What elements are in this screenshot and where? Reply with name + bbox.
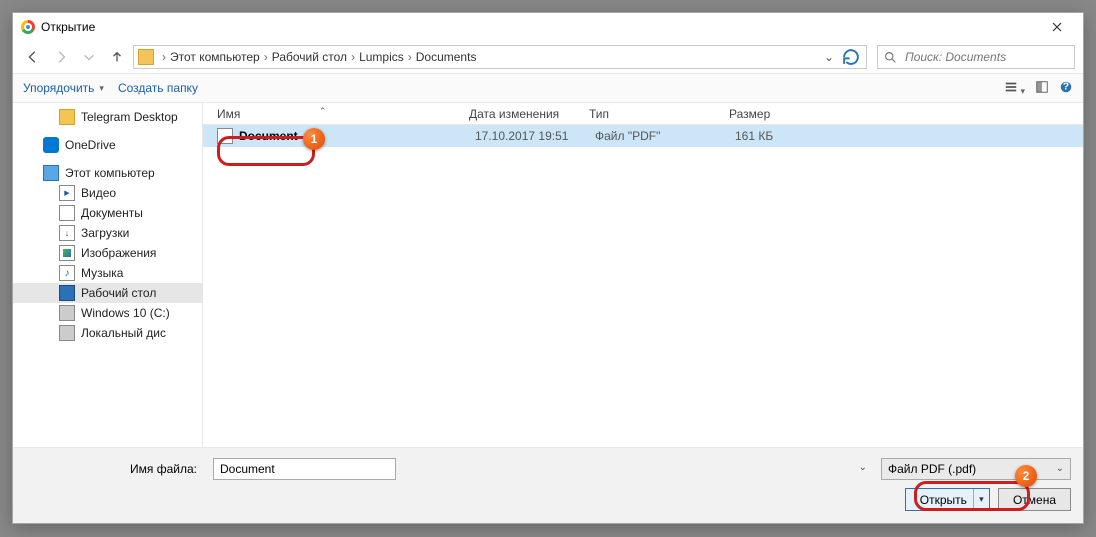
column-name[interactable]: ⌃Имя	[209, 107, 469, 121]
document-icon	[59, 205, 75, 221]
sidebar-item-drive-c[interactable]: Windows 10 (C:)	[13, 303, 202, 323]
file-type: Файл "PDF"	[595, 129, 735, 143]
file-type-filter[interactable]: Файл PDF (.pdf) ⌄	[881, 458, 1071, 480]
breadcrumb: Documents	[416, 46, 477, 68]
file-date: 17.10.2017 19:51	[475, 129, 595, 143]
music-icon	[59, 265, 75, 281]
cancel-button[interactable]: Отмена	[998, 488, 1071, 511]
drive-icon	[59, 305, 75, 321]
search-icon	[884, 51, 897, 64]
recent-dropdown[interactable]	[77, 45, 101, 69]
filename-input[interactable]	[213, 458, 396, 480]
breadcrumb: Рабочий стол›	[272, 46, 359, 68]
sort-indicator-icon: ⌃	[319, 106, 327, 117]
video-icon	[59, 185, 75, 201]
toolbar: Упорядочить Создать папку ?	[13, 73, 1083, 103]
chevron-down-icon: ⌄	[1056, 463, 1064, 474]
nav-row: › Этот компьютер› Рабочий стол› Lumpics›…	[13, 41, 1083, 73]
column-headers: ⌃Имя Дата изменения Тип Размер	[203, 103, 1083, 125]
sidebar-item-desktop[interactable]: Рабочий стол	[13, 283, 202, 303]
refresh-button[interactable]	[840, 46, 862, 68]
preview-pane-button[interactable]	[1035, 80, 1049, 97]
up-button[interactable]	[105, 45, 129, 69]
chrome-icon	[21, 20, 35, 34]
close-icon	[1052, 22, 1062, 32]
sidebar-item-music[interactable]: Музыка	[13, 263, 202, 283]
drive-icon	[59, 325, 75, 341]
sidebar-item-onedrive[interactable]: OneDrive	[13, 135, 202, 155]
annotation-badge: 2	[1015, 465, 1037, 487]
pictures-icon	[59, 245, 75, 261]
filename-label: Имя файла:	[25, 462, 205, 476]
sidebar-item-documents[interactable]: Документы	[13, 203, 202, 223]
folder-icon	[59, 109, 75, 125]
forward-button[interactable]	[49, 45, 73, 69]
breadcrumb: Этот компьютер›	[170, 46, 272, 68]
sidebar-item-this-pc[interactable]: Этот компьютер	[13, 163, 202, 183]
help-button[interactable]: ?	[1059, 80, 1073, 97]
search-input[interactable]	[903, 49, 1068, 65]
downloads-icon	[59, 225, 75, 241]
pdf-file-icon	[217, 128, 233, 144]
file-list: ⌃Имя Дата изменения Тип Размер Document …	[203, 103, 1083, 447]
column-type[interactable]: Тип	[589, 107, 729, 121]
desktop-icon	[59, 285, 75, 301]
sidebar: Telegram Desktop OneDrive Этот компьютер…	[13, 103, 203, 447]
file-row[interactable]: Document 17.10.2017 19:51 Файл "PDF" 161…	[203, 125, 1083, 147]
titlebar: Открытие	[13, 13, 1083, 41]
sidebar-item-telegram[interactable]: Telegram Desktop	[13, 107, 202, 127]
pc-icon	[43, 165, 59, 181]
close-button[interactable]	[1037, 16, 1077, 38]
footer: Имя файла: ⌄ Файл PDF (.pdf) ⌄ Открыть ▾…	[13, 447, 1083, 523]
onedrive-icon	[43, 137, 59, 153]
sidebar-item-downloads[interactable]: Загрузки	[13, 223, 202, 243]
sidebar-item-local-disk[interactable]: Локальный дис	[13, 323, 202, 343]
sidebar-item-videos[interactable]: Видео	[13, 183, 202, 203]
annotation-badge: 1	[303, 128, 325, 150]
chevron-down-icon[interactable]: ⌄	[818, 46, 840, 68]
new-folder-button[interactable]: Создать папку	[118, 81, 198, 95]
view-options-button[interactable]	[1004, 80, 1025, 97]
file-name: Document	[239, 129, 475, 143]
file-size: 161 КБ	[735, 129, 855, 143]
address-bar[interactable]: › Этот компьютер› Рабочий стол› Lumpics›…	[133, 45, 867, 69]
chevron-down-icon[interactable]: ⌄	[859, 462, 867, 473]
open-button[interactable]: Открыть ▾	[905, 488, 990, 511]
folder-icon	[138, 49, 154, 65]
breadcrumb: Lumpics›	[359, 46, 416, 68]
open-file-dialog: Открытие › Этот компьютер› Рабочий стол›…	[12, 12, 1084, 524]
open-split-dropdown[interactable]: ▾	[973, 489, 989, 510]
svg-text:?: ?	[1063, 80, 1069, 92]
sidebar-item-pictures[interactable]: Изображения	[13, 243, 202, 263]
window-title: Открытие	[41, 20, 95, 34]
column-date[interactable]: Дата изменения	[469, 107, 589, 121]
search-box[interactable]	[877, 45, 1075, 69]
organize-button[interactable]: Упорядочить	[23, 81, 104, 95]
column-size[interactable]: Размер	[729, 107, 849, 121]
back-button[interactable]	[21, 45, 45, 69]
